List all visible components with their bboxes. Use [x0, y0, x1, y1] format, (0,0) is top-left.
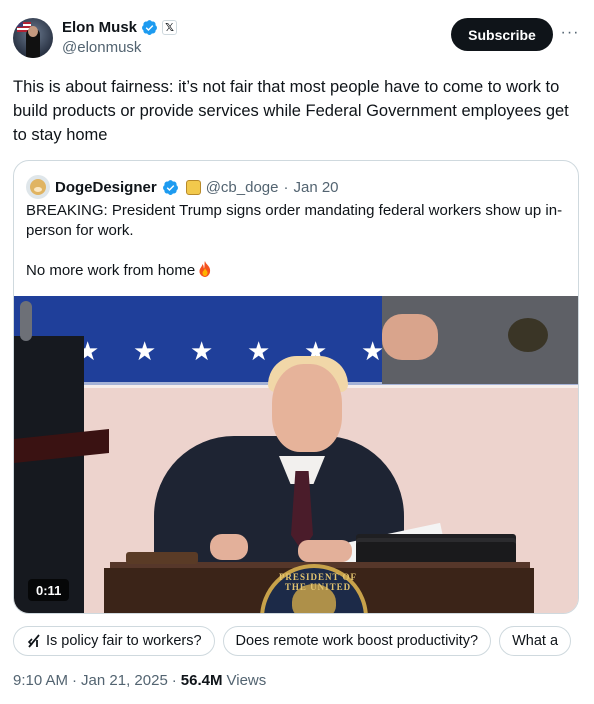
grok-suggestions: Is policy fair to workers? Does remote w… — [13, 626, 594, 656]
author-display-name[interactable]: Elon Musk — [62, 19, 137, 36]
quoted-tweet[interactable]: DogeDesigner @cb_doge · Jan 20 BREAKING:… — [13, 160, 579, 614]
grok-suggestion-chip[interactable]: Does remote work boost productivity? — [222, 626, 492, 656]
star-icon: ★ — [361, 336, 385, 366]
views-count: 56.4M — [180, 672, 223, 689]
quoted-text-line-2: No more work from home — [26, 261, 566, 281]
author-name-line: Elon Musk 𝕏 — [62, 19, 178, 36]
more-options-icon[interactable]: ··· — [559, 24, 581, 44]
seal-text: PRESIDENT OF THE UNITED — [278, 572, 358, 592]
quoted-author-name: DogeDesigner — [55, 178, 157, 196]
quoted-author-avatar — [26, 175, 50, 199]
subscribe-button[interactable]: Subscribe — [451, 18, 553, 51]
grok-suggestion-chip[interactable]: Is policy fair to workers? — [13, 626, 215, 656]
affiliate-badge-icon — [185, 179, 201, 195]
chip-label: Does remote work boost productivity? — [235, 633, 479, 649]
video-duration: 0:11 — [28, 579, 70, 601]
verified-badge-icon — [162, 179, 178, 195]
grok-icon — [27, 634, 40, 648]
tweet-text: This is about fairness: it’s not fair th… — [13, 78, 569, 144]
grok-suggestion-chip[interactable]: What a — [499, 626, 572, 656]
star-icon: ★ — [190, 336, 214, 366]
tweet-time[interactable]: 9:10 AM — [13, 672, 68, 689]
tweet-metadata: 9:10 AM · Jan 21, 2025 · 56.4M Views — [13, 672, 266, 689]
tweet-date[interactable]: Jan 21, 2025 — [81, 672, 168, 689]
author-handle[interactable]: @elonmusk — [62, 39, 141, 56]
x-affiliation-icon[interactable]: 𝕏 — [162, 20, 178, 35]
fire-icon — [199, 261, 211, 277]
quoted-author-handle: @cb_doge — [205, 178, 279, 196]
author-avatar[interactable] — [13, 18, 53, 58]
quoted-text-line-1: BREAKING: President Trump signs order ma… — [26, 202, 563, 239]
quoted-date: Jan 20 — [293, 178, 339, 196]
verified-badge-icon — [142, 20, 157, 35]
quoted-tweet-text: BREAKING: President Trump signs order ma… — [26, 201, 566, 281]
dot-separator: · — [72, 672, 78, 689]
star-icon: ★ — [247, 336, 271, 366]
chip-label: Is policy fair to workers? — [46, 633, 202, 649]
dot-separator: · — [171, 672, 177, 689]
video-player[interactable]: ★ ★ ★ ★ ★ ★ PRESIDENT OF THE UNITED 0:11 — [14, 296, 578, 613]
dot-separator: · — [283, 178, 289, 196]
star-icon: ★ — [133, 336, 157, 366]
views-label: Views — [226, 672, 267, 689]
tweet-header: Elon Musk 𝕏 @elonmusk Subscribe ··· — [13, 16, 581, 64]
chip-label: What a — [512, 633, 559, 649]
quoted-tweet-header: DogeDesigner @cb_doge · Jan 20 — [26, 175, 339, 199]
